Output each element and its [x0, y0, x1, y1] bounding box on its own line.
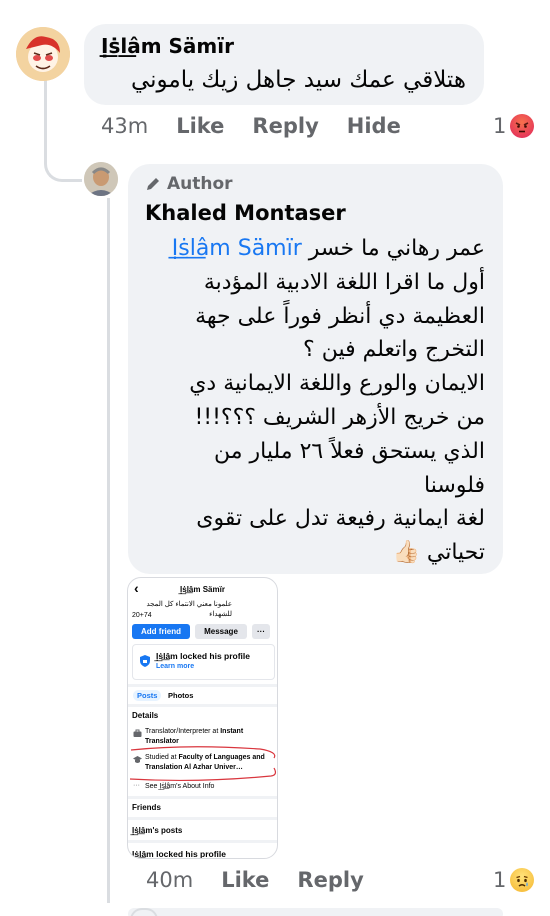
reaction-count: 1 [493, 114, 507, 138]
comment-line: عمر رهاني ما خسر Ị͟ṡl͟âm Sämïr [135, 232, 485, 266]
comment-line: لغة ايمانية رفيعة تدل على تقوى [196, 506, 485, 532]
reaction-summary-khaled[interactable]: 1 [493, 868, 535, 892]
profile-bio-count: 20+74 [132, 612, 152, 619]
avatar-khaled[interactable] [84, 162, 118, 196]
comment-bubble-islam: Ị͟ṡl͟âm Sämïr هتلاقي عمك سيد جاهل زيك يا… [84, 24, 484, 105]
comment-line: من خريج الأزهر الشريف ؟؟؟!!! [194, 404, 485, 430]
author-badge-label: Author [167, 174, 233, 194]
comment-actions-islam: 43m Like Reply Hide [101, 114, 429, 138]
message-label: Message [204, 627, 238, 636]
sad-reaction-icon [510, 868, 535, 892]
comment-line: الايمان والورع واللغة الايمانية دي [189, 371, 485, 397]
screenshot-profile-title: Ị͟ṡl͟âm Sämïr [180, 585, 225, 594]
message-button[interactable]: Message [195, 624, 247, 639]
like-button[interactable]: Like [221, 868, 269, 892]
reaction-count: 1 [493, 868, 507, 892]
tab-photos[interactable]: Photos [168, 691, 193, 700]
author-badge: Author [145, 174, 233, 194]
tab-posts-label: Posts [137, 691, 158, 700]
more-options-icon: ··· [257, 627, 265, 636]
thread-line-lower [107, 198, 110, 903]
comment-text-fragment: تحياتي [426, 540, 485, 566]
divider [128, 684, 277, 687]
add-friend-label: Add friend [141, 627, 181, 636]
like-button[interactable]: Like [176, 114, 224, 138]
detail-work: Translator/Interpreter at Instant Transl… [145, 727, 275, 746]
divider [128, 817, 277, 820]
comment-line: التخرج واتعلم فين ؟ [303, 337, 485, 363]
comment-line: فلوسنا [424, 472, 485, 498]
comment-author-name[interactable]: Khaled Montaser [145, 201, 346, 225]
tab-posts[interactable]: Posts [133, 690, 162, 701]
divider [128, 840, 277, 843]
comment-timestamp[interactable]: 40m [146, 868, 193, 892]
pencil-icon [147, 178, 159, 190]
hide-button[interactable]: Hide [347, 114, 401, 138]
avatar-cartoon-icon [16, 27, 70, 81]
locked-profile-card: Ị͟ṡl͟âm locked his profile Learn more [132, 644, 275, 680]
ellipsis-icon: ··· [133, 782, 140, 789]
comment-timestamp[interactable]: 43m [101, 114, 148, 138]
add-friend-button[interactable]: Add friend [132, 624, 190, 639]
avatar-photo-icon [84, 162, 118, 196]
next-comment-partial [128, 908, 503, 916]
thumbs-up-emoji-icon: 👍🏻 [392, 540, 420, 566]
reaction-summary-islam[interactable]: 1 [493, 114, 535, 138]
posts-heading: Ị͟ṡl͟âm's posts [132, 826, 183, 835]
thread-line-vertical [44, 77, 47, 161]
avatar-islam[interactable] [16, 27, 70, 81]
angry-reaction-icon [510, 114, 535, 138]
comment-text-fragment: عمر رهاني ما خسر [308, 236, 485, 261]
briefcase-icon [133, 729, 142, 737]
about-info-link[interactable]: See Ị͟ṡl͟âm's About Info [145, 782, 214, 792]
attached-screenshot[interactable]: ‹ Ị͟ṡl͟âm Sämïr علمونا معني الانتماء كل … [127, 577, 278, 859]
bottom-locked-text: Ị͟ṡl͟âm locked his profile [132, 849, 227, 859]
comment-line: الذي يستحق فعلاً ٢٦ مليار من [214, 438, 485, 464]
thread-line-curve [44, 156, 82, 182]
divider [128, 704, 277, 707]
mention-link[interactable]: Ị͟ṡl͟âm Sämïr [172, 236, 302, 261]
comment-line: أول ما اقرا اللغة الادبية المؤدبة [203, 269, 485, 295]
shield-lock-icon [140, 655, 150, 667]
locked-profile-title: Ị͟ṡl͟âm locked his profile [156, 651, 251, 661]
comment-bubble-khaled: Author Khaled Montaser عمر رهاني ما خسر … [128, 164, 503, 574]
learn-more-link[interactable]: Learn more [156, 663, 194, 670]
red-annotation-underline [129, 746, 277, 782]
detail-work-prefix: Translator/Interpreter at [145, 728, 221, 735]
comment-actions-khaled: 40m Like Reply [146, 868, 392, 892]
comment-text: هتلاقي عمك سيد جاهل زيك ياموني [130, 67, 466, 93]
more-options-button[interactable]: ··· [252, 624, 270, 639]
reply-button[interactable]: Reply [252, 114, 318, 138]
comment-line: العظيمة دي أنظر فوراً على جهة [195, 303, 485, 329]
comment-body: عمر رهاني ما خسر Ị͟ṡl͟âm Sämïr أول ما اق… [135, 232, 485, 570]
comment-line: تحياتي 👍🏻 [135, 536, 485, 570]
reply-button[interactable]: Reply [297, 868, 363, 892]
comment-author-name[interactable]: Ị͟ṡl͟âm Sämïr [101, 34, 234, 58]
divider [128, 796, 277, 799]
friends-heading: Friends [132, 803, 161, 812]
details-heading: Details [132, 711, 159, 720]
